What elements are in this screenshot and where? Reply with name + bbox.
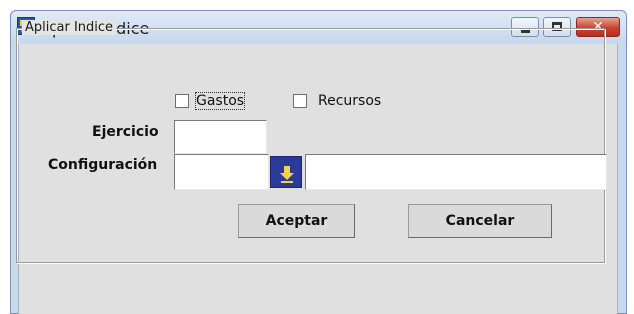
download-arrow-icon (280, 166, 294, 183)
gastos-checkbox[interactable] (175, 94, 189, 108)
ejercicio-label: Ejercicio (92, 124, 159, 140)
group-label: Aplicar Indice (22, 20, 117, 35)
configuracion-description-input[interactable] (305, 154, 607, 190)
configuracion-lookup-button[interactable] (270, 156, 302, 188)
ejercicio-input[interactable] (174, 120, 267, 154)
gastos-label[interactable]: Gastos (194, 92, 246, 110)
recursos-checkbox[interactable] (293, 94, 307, 108)
aceptar-button[interactable]: Aceptar (238, 204, 355, 238)
configuracion-label: Configuración (48, 157, 158, 173)
configuracion-code-input[interactable] (174, 154, 269, 190)
cancelar-button[interactable]: Cancelar (408, 204, 552, 238)
recursos-label[interactable]: Recursos (318, 93, 381, 109)
